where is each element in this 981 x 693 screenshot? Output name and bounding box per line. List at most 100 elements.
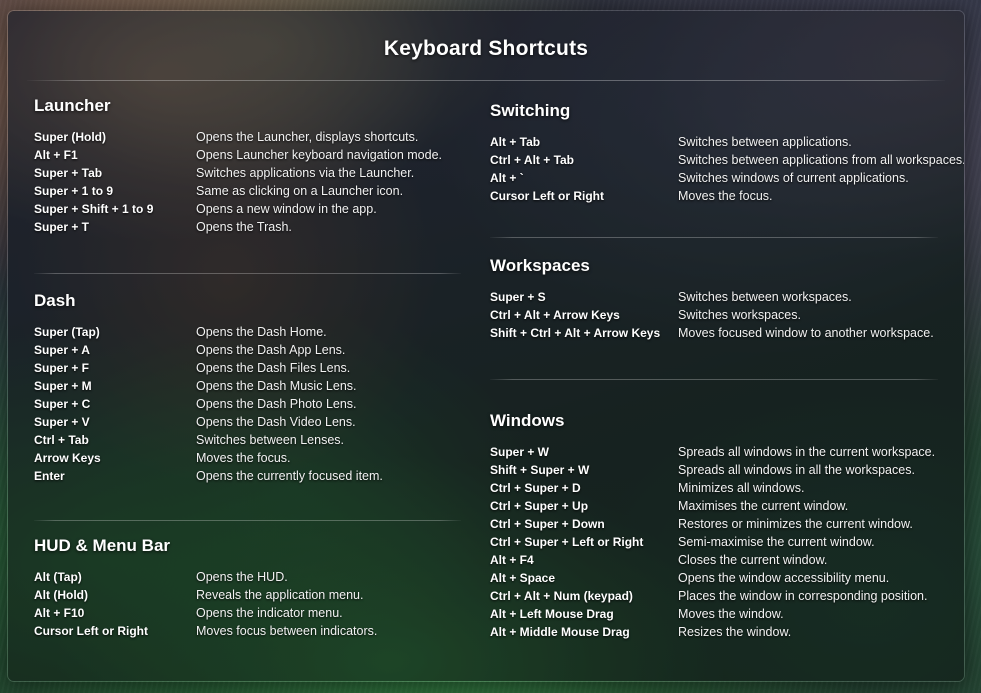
shortcut-description: Opens the Dash Home. — [196, 325, 327, 339]
shortcut-key: Alt + F1 — [34, 148, 78, 162]
shortcut-key: Alt (Hold) — [34, 588, 88, 602]
shortcut-list: Super + S Switches between workspaces. Ctr… — [483, 288, 947, 342]
shortcut-row: Alt + F1 Opens Launcher keyboard navigati… — [34, 146, 470, 164]
shortcut-key: Ctrl + Super + Up — [490, 499, 589, 513]
shortcut-key: Ctrl + Tab — [34, 433, 89, 447]
shortcut-row: Alt + F10 Opens the indicator menu. — [34, 604, 470, 622]
shortcut-key: Super + A — [34, 343, 90, 357]
shortcut-key: Shift + Ctrl + Alt + Arrow Keys — [490, 326, 661, 340]
shortcut-key: Ctrl + Super + Left or Right — [490, 535, 644, 549]
shortcut-key: Arrow Keys — [34, 451, 101, 465]
shortcut-key: Alt + F4 — [490, 553, 534, 567]
shortcut-key: Super + C — [34, 397, 91, 411]
shortcut-row: Shift + Super + W Spreads all windows in … — [490, 461, 947, 479]
shortcut-key: Alt + Middle Mouse Drag — [490, 625, 630, 639]
shortcut-description: Opens the HUD. — [196, 570, 288, 584]
shortcut-key: Alt + ` — [490, 171, 524, 185]
shortcut-key: Ctrl + Alt + Num (keypad) — [490, 589, 633, 603]
shortcut-row: Cursor Left or Right Moves the focus. — [490, 187, 947, 205]
shortcut-row: Ctrl + Super + D Minimizes all windows. — [490, 479, 947, 497]
shortcut-description: Moves the focus. — [196, 451, 291, 465]
shortcut-description: Spreads all windows in the current works… — [678, 445, 936, 459]
shortcut-description: Opens the Dash Files Lens. — [196, 361, 351, 375]
section-title: Launcher — [34, 96, 111, 115]
shortcut-key: Enter — [34, 469, 65, 483]
shortcut-row: Ctrl + Super + Down Restores or minimizes… — [490, 515, 947, 533]
shortcut-key: Alt + Left Mouse Drag — [490, 607, 614, 621]
shortcut-description: Same as clicking on a Launcher icon. — [196, 184, 404, 198]
shortcut-section: Switching Alt + Tab Switches between appli… — [483, 101, 964, 205]
shortcut-row: Ctrl + Super + Left or Right Semi-maximis… — [490, 533, 947, 551]
shortcut-key: Shift + Super + W — [490, 463, 590, 477]
shortcut-key: Alt + Space — [490, 571, 556, 585]
shortcut-description: Restores or minimizes the current window… — [678, 517, 913, 531]
shortcut-key: Super + T — [34, 220, 90, 234]
shortcut-key: Alt (Tap) — [34, 570, 82, 584]
shortcut-row: Arrow Keys Moves the focus. — [34, 449, 470, 467]
shortcut-description: Switches applications via the Launcher. — [196, 166, 415, 180]
section-title: Dash — [34, 291, 76, 310]
shortcut-key: Super + M — [34, 379, 92, 393]
shortcut-row: Alt (Tap) Opens the HUD. — [34, 568, 470, 586]
shortcut-row: Alt + Left Mouse Drag Moves the window. — [490, 605, 947, 623]
shortcut-description: Switches between Lenses. — [196, 433, 345, 447]
shortcut-description: Opens the Dash Photo Lens. — [196, 397, 357, 411]
shortcut-description: Reveals the application menu. — [196, 588, 364, 602]
shortcut-key: Alt + Tab — [490, 135, 541, 149]
shortcut-key: Alt + F10 — [34, 606, 85, 620]
shortcut-description: Moves the window. — [678, 607, 784, 621]
shortcut-row: Super (Hold) Opens the Launcher, displays… — [34, 128, 470, 146]
shortcut-key: Super + 1 to 9 — [34, 184, 114, 198]
shortcut-section: Launcher Super (Hold) Opens the Launcher, … — [27, 96, 470, 236]
shortcut-row: Cursor Left or Right Moves focus between … — [34, 622, 470, 640]
shortcut-description: Opens the Trash. — [196, 220, 292, 234]
shortcut-description: Spreads all windows in all the workspace… — [678, 463, 915, 477]
shortcut-columns: Launcher Super (Hold) Opens the Launcher, … — [8, 11, 964, 681]
section-title: Windows — [490, 411, 565, 430]
shortcut-list: Super (Tap) Opens the Dash Home. Super + A… — [27, 323, 470, 485]
shortcut-list: Alt + Tab Switches between applications. C… — [483, 133, 964, 205]
shortcut-key: Ctrl + Alt + Arrow Keys — [490, 308, 620, 322]
shortcut-description: Switches workspaces. — [678, 308, 801, 322]
shortcut-row: Ctrl + Alt + Tab Switches between applica… — [490, 151, 964, 169]
section-title: Workspaces — [490, 256, 590, 275]
shortcut-description: Switches between workspaces. — [678, 290, 852, 304]
shortcut-row: Super + A Opens the Dash App Lens. — [34, 341, 470, 359]
shortcut-row: Super + W Spreads all windows in the curr… — [490, 443, 947, 461]
shortcut-row: Alt + ` Switches windows of current appli… — [490, 169, 947, 187]
shortcut-row: Super + F Opens the Dash Files Lens. — [34, 359, 470, 377]
section-divider — [490, 237, 938, 238]
shortcut-row: Alt + Middle Mouse Drag Resizes the windo… — [490, 623, 947, 641]
shortcut-description: Switches between applications. — [678, 135, 852, 149]
section-divider — [490, 379, 938, 380]
shortcut-key: Cursor Left or Right — [34, 624, 148, 638]
section-divider — [34, 273, 461, 274]
shortcut-row: Super + Shift + 1 to 9 Opens a new window… — [34, 200, 470, 218]
shortcut-description: Moves focused window to another workspac… — [678, 326, 934, 340]
shortcut-description: Switches windows of current applications… — [678, 171, 909, 185]
shortcut-description: Semi-maximise the current window. — [678, 535, 875, 549]
section-title: HUD & Menu Bar — [34, 536, 171, 555]
shortcut-key: Cursor Left or Right — [490, 189, 604, 203]
shortcut-row: Super + 1 to 9 Same as clicking on a Laun… — [34, 182, 470, 200]
shortcut-description: Opens the Dash App Lens. — [196, 343, 346, 357]
shortcut-list: Super (Hold) Opens the Launcher, displays… — [27, 128, 470, 236]
shortcut-description: Places the window in corresponding posit… — [678, 589, 928, 603]
shortcut-section: HUD & Menu Bar Alt (Tap) Opens the HUD. Alt… — [27, 536, 470, 640]
shortcut-row: Super + V Opens the Dash Video Lens. — [34, 413, 470, 431]
shortcut-row: Alt + Tab Switches between applications. — [490, 133, 947, 151]
shortcut-description: Switches between applications from all w… — [678, 153, 965, 167]
shortcut-key: Super + Shift + 1 to 9 — [34, 202, 154, 216]
shortcut-key: Super (Hold) — [34, 130, 106, 144]
section-title: Switching — [490, 101, 571, 120]
shortcut-description: Opens the Dash Music Lens. — [196, 379, 357, 393]
shortcut-row: Super + T Opens the Trash. — [34, 218, 470, 236]
shortcut-section: Workspaces Super + S Switches between work… — [483, 256, 947, 342]
shortcut-description: Closes the current window. — [678, 553, 828, 567]
shortcut-description: Opens Launcher keyboard navigation mode. — [196, 148, 442, 162]
shortcut-description: Opens the indicator menu. — [196, 606, 343, 620]
shortcut-key: Ctrl + Super + D — [490, 481, 581, 495]
shortcut-row: Shift + Ctrl + Alt + Arrow Keys Moves foc… — [490, 324, 947, 342]
shortcut-description: Moves focus between indicators. — [196, 624, 378, 638]
shortcut-description: Opens the window accessibility menu. — [678, 571, 890, 585]
